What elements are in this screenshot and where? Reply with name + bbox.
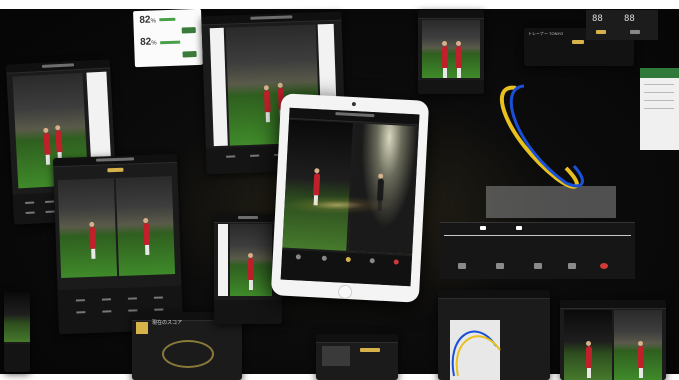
score-title: 現在のスコア bbox=[152, 320, 183, 326]
light-flare bbox=[282, 196, 392, 214]
swing-timeline-panel bbox=[440, 222, 635, 279]
tile-header bbox=[438, 290, 550, 299]
stats-grid bbox=[418, 80, 484, 94]
stats-grid bbox=[214, 300, 282, 324]
swing-video bbox=[230, 224, 272, 296]
app-tile-bottom-center bbox=[316, 334, 398, 380]
tool-icon-1 bbox=[458, 263, 466, 269]
trainer-label: トレーナー TONYO bbox=[528, 31, 564, 36]
promo-stage: 現在のスコア 82% 82% トレーナー TONYO 88 88 bbox=[0, 0, 679, 380]
ground-grid bbox=[486, 186, 616, 218]
tool-icon-2 bbox=[496, 263, 504, 269]
mini-swing-trace bbox=[451, 330, 501, 377]
app-tile-swing-right-top bbox=[418, 10, 484, 94]
stats-grid bbox=[4, 344, 30, 372]
score-row-2: 82% bbox=[139, 36, 157, 48]
swing-path-yellow bbox=[499, 85, 579, 189]
app-icon bbox=[136, 322, 148, 334]
swing-video-left bbox=[564, 310, 612, 380]
swing-trace-3d bbox=[486, 84, 616, 218]
tile-header bbox=[560, 300, 666, 309]
swing-video-left bbox=[57, 178, 118, 279]
readout-panel: 88 88 bbox=[586, 10, 658, 40]
data-table-tile bbox=[640, 68, 679, 150]
app-tile-trace-bottom bbox=[438, 290, 550, 380]
swing-video bbox=[422, 20, 480, 78]
record-icon bbox=[600, 263, 608, 269]
app-tile-left-edge bbox=[4, 292, 30, 372]
swing-video-right bbox=[614, 310, 662, 380]
scorecard-tile: 82% 82% bbox=[133, 8, 203, 68]
tile-header bbox=[418, 10, 484, 19]
swing-video-left bbox=[282, 119, 353, 251]
score-row-1: 82% bbox=[139, 14, 156, 26]
app-tile-swing-bottom-right bbox=[560, 300, 666, 380]
mode-badge bbox=[107, 167, 124, 173]
tool-icon-4 bbox=[568, 263, 576, 269]
swing-video-right bbox=[348, 123, 419, 255]
swing-video-right bbox=[115, 176, 176, 276]
swing-video bbox=[4, 292, 30, 342]
tile-header bbox=[214, 214, 282, 223]
toolbar bbox=[280, 249, 413, 287]
front-camera bbox=[351, 101, 357, 107]
tile-header bbox=[316, 334, 398, 343]
score-dial bbox=[162, 340, 214, 368]
app-tile-compare-left bbox=[52, 153, 184, 335]
home-button bbox=[337, 284, 353, 300]
tool-icon-3 bbox=[534, 263, 542, 269]
timeline-track bbox=[444, 235, 631, 236]
top-border bbox=[0, 0, 679, 9]
